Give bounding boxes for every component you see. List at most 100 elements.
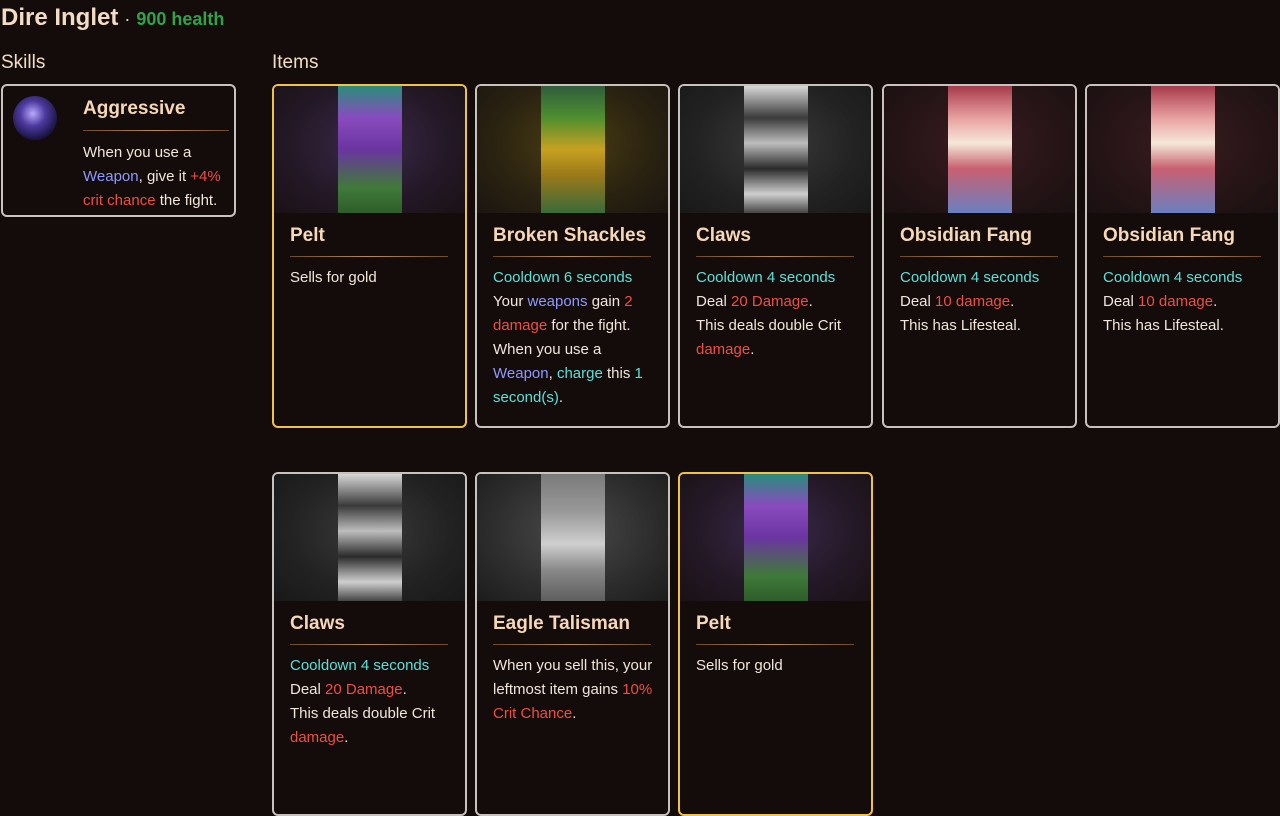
item-description: Cooldown 4 seconds Deal 10 damage. This ha… xyxy=(1103,266,1271,338)
item-name: Pelt xyxy=(696,613,731,634)
item-desc-text: This deals double Crit xyxy=(696,317,842,334)
item-desc-text: . xyxy=(344,729,349,746)
item-description: Sells for gold xyxy=(290,266,458,290)
item-desc-text: Deal xyxy=(696,293,732,310)
item-desc-text: weapons xyxy=(527,293,588,310)
enemy-health: 900 health xyxy=(136,9,225,29)
item-desc-text: 10 damage xyxy=(1138,293,1214,310)
item-desc-text: gain xyxy=(587,293,625,310)
obsidian-fang-art-image xyxy=(948,86,1012,213)
item-desc-text: . xyxy=(1010,293,1015,310)
skills-heading: Skills xyxy=(1,52,46,73)
skill-divider xyxy=(83,130,229,131)
wolf-portrait-icon xyxy=(13,96,57,140)
item-desc-text: charge xyxy=(556,365,603,382)
skill-description: When you use a Weapon, give it +4% crit … xyxy=(83,141,233,213)
item-desc-text: This has Lifesteal. xyxy=(1103,317,1224,334)
item-desc-text: . xyxy=(750,341,755,358)
item-name: Pelt xyxy=(290,225,325,246)
obsidian-fang-art-icon xyxy=(1087,86,1278,213)
item-divider xyxy=(493,644,651,645)
item-card-pelt[interactable]: Pelt Sells for gold xyxy=(678,472,873,816)
item-divider xyxy=(1103,256,1261,257)
skill-desc-text: Weapon xyxy=(83,168,139,185)
claws-art-image xyxy=(338,474,402,601)
obsidian-fang-art-icon xyxy=(884,86,1075,213)
item-card-eagle-talisman[interactable]: Eagle Talisman When you sell this, your l… xyxy=(475,472,670,816)
enemy-name: Dire Inglet xyxy=(1,4,119,31)
item-desc-text: When you use a xyxy=(493,341,602,358)
item-desc-text: Cooldown 4 seconds xyxy=(696,269,836,286)
item-divider xyxy=(290,644,448,645)
skill-card-aggressive[interactable]: Aggressive When you use a Weapon, give i… xyxy=(1,84,236,217)
item-desc-text: Sells for gold xyxy=(696,657,783,674)
header-separator: · xyxy=(124,9,131,29)
item-desc-text: . xyxy=(402,681,407,698)
eagle-talisman-art-icon xyxy=(477,474,668,601)
skill-desc-text: the fight. xyxy=(155,192,218,209)
item-desc-text: Cooldown 6 seconds xyxy=(493,269,633,286)
items-heading: Items xyxy=(272,52,319,73)
item-name: Claws xyxy=(290,613,345,634)
broken-shackles-art-icon xyxy=(477,86,668,213)
item-card-pelt[interactable]: Pelt Sells for gold xyxy=(272,84,467,428)
claws-art-icon xyxy=(680,86,871,213)
pelt-art-image xyxy=(338,86,402,213)
item-desc-text: Weapon xyxy=(493,365,549,382)
item-desc-text: 20 Damage xyxy=(325,681,403,698)
item-desc-text: damage xyxy=(696,341,751,358)
item-description: Cooldown 4 seconds Deal 20 Damage. This de… xyxy=(290,654,458,750)
item-desc-text: Deal xyxy=(1103,293,1139,310)
skill-desc-text: , give it xyxy=(138,168,191,185)
item-card-obsidian-fang[interactable]: Obsidian Fang Cooldown 4 seconds Deal 10 d… xyxy=(1085,84,1280,428)
item-description: Cooldown 4 seconds Deal 10 damage. This ha… xyxy=(900,266,1068,338)
item-description: When you sell this, your leftmost item g… xyxy=(493,654,661,726)
claws-art-image xyxy=(744,86,808,213)
item-card-claws[interactable]: Claws Cooldown 4 seconds Deal 20 Damage. Th… xyxy=(272,472,467,816)
pelt-art-icon xyxy=(274,86,465,213)
item-desc-text: Sells for gold xyxy=(290,269,377,286)
item-desc-text: Cooldown 4 seconds xyxy=(1103,269,1243,286)
skill-desc-text: When you use a xyxy=(83,144,192,161)
item-desc-text: this xyxy=(602,365,635,382)
broken-shackles-art-image xyxy=(541,86,605,213)
item-divider xyxy=(696,644,854,645)
item-desc-text: for the fight. xyxy=(547,317,631,334)
item-desc-text: This deals double Crit xyxy=(290,705,436,722)
item-desc-text: . xyxy=(808,293,813,310)
item-divider xyxy=(493,256,651,257)
eagle-talisman-art-image xyxy=(541,474,605,601)
obsidian-fang-art-image xyxy=(1151,86,1215,213)
item-description: Cooldown 4 seconds Deal 20 Damage. This de… xyxy=(696,266,864,362)
item-desc-text: damage xyxy=(290,729,345,746)
item-desc-text: Your xyxy=(493,293,528,310)
item-card-claws[interactable]: Claws Cooldown 4 seconds Deal 20 Damage. Th… xyxy=(678,84,873,428)
item-desc-text: 20 Damage xyxy=(731,293,809,310)
item-name: Obsidian Fang xyxy=(900,225,1032,246)
item-desc-text: 10 damage xyxy=(935,293,1011,310)
item-name: Broken Shackles xyxy=(493,225,647,246)
enemy-header: Dire Inglet · 900 health xyxy=(1,4,224,32)
item-desc-text: Deal xyxy=(290,681,326,698)
claws-art-icon xyxy=(274,474,465,601)
item-name: Eagle Talisman xyxy=(493,613,630,634)
item-description: Cooldown 6 seconds Your weapons gain 2 da… xyxy=(493,266,661,410)
item-name: Claws xyxy=(696,225,751,246)
item-card-broken-shackles[interactable]: Broken Shackles Cooldown 6 seconds Your we… xyxy=(475,84,670,428)
item-desc-text: Deal xyxy=(900,293,936,310)
item-desc-text: . xyxy=(558,389,564,406)
item-description: Sells for gold xyxy=(696,654,864,678)
item-divider xyxy=(900,256,1058,257)
item-name: Obsidian Fang xyxy=(1103,225,1235,246)
item-desc-text: , xyxy=(548,365,557,382)
item-desc-text: This has Lifesteal. xyxy=(900,317,1021,334)
item-desc-text: . xyxy=(1213,293,1218,310)
item-desc-text: . xyxy=(572,705,577,722)
item-desc-text: Cooldown 4 seconds xyxy=(290,657,430,674)
skill-name: Aggressive xyxy=(83,98,186,119)
item-card-obsidian-fang[interactable]: Obsidian Fang Cooldown 4 seconds Deal 10 d… xyxy=(882,84,1077,428)
item-divider xyxy=(290,256,448,257)
item-desc-text: Cooldown 4 seconds xyxy=(900,269,1040,286)
pelt-art-icon xyxy=(680,474,871,601)
pelt-art-image xyxy=(744,474,808,601)
